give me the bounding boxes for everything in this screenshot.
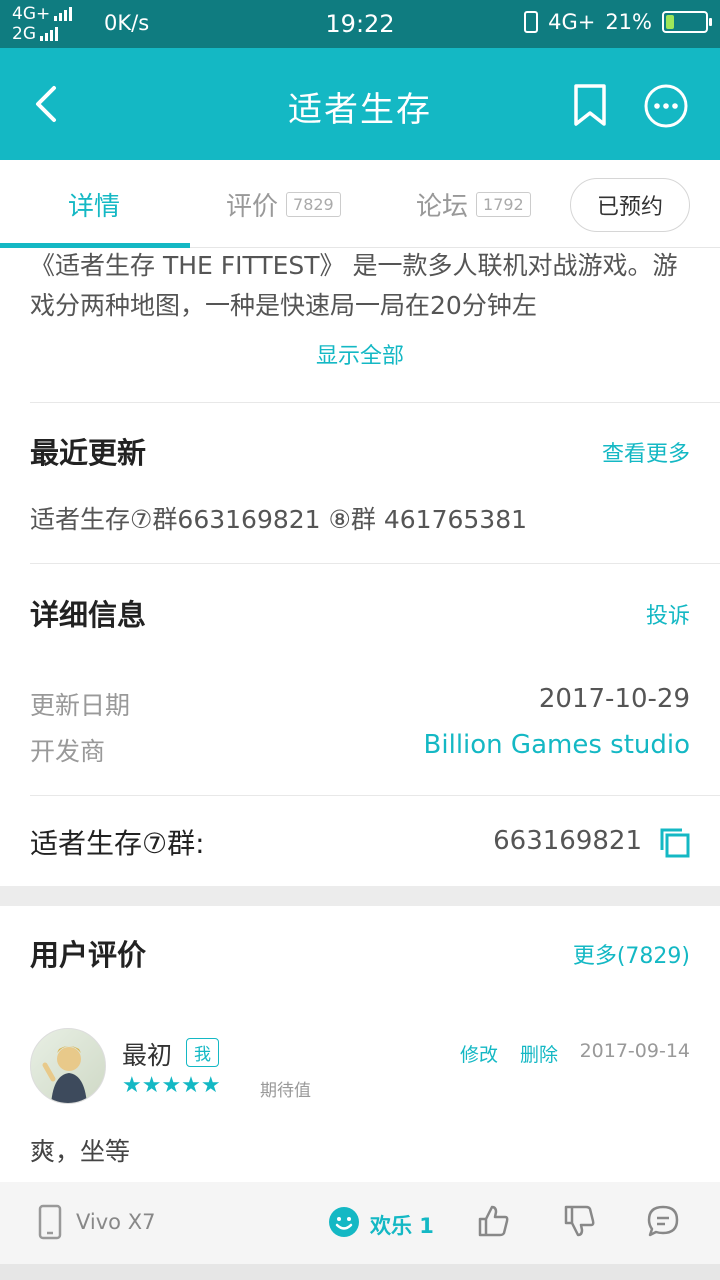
- me-badge: 我: [186, 1038, 219, 1067]
- avatar-figure-icon: [42, 1046, 87, 1103]
- rating-stars: ★★★★★: [122, 1074, 221, 1098]
- review-action-bar: Vivo X7 欢乐 1: [0, 1182, 720, 1264]
- battery-icon: [662, 11, 712, 33]
- mood-count[interactable]: 欢乐 1: [370, 1210, 434, 1240]
- tab-forum-count: 1792: [476, 192, 531, 217]
- tab-reviews-label: 评价: [226, 192, 279, 222]
- rating-label: 期待值: [260, 1081, 311, 1101]
- section-gap: [0, 886, 720, 906]
- details-title: 详细信息: [30, 598, 147, 632]
- star-icons: ★★★★★: [122, 1073, 221, 1098]
- update-date-value: 2017-10-29: [538, 684, 690, 714]
- tab-details[interactable]: 详情: [68, 186, 120, 223]
- reserved-button[interactable]: 已预约: [570, 178, 690, 232]
- tab-reviews-count: 7829: [286, 192, 341, 217]
- delete-review-link[interactable]: 删除: [520, 1040, 558, 1067]
- user-reviews-title: 用户评价: [30, 938, 147, 972]
- bottom-strip: [0, 1264, 720, 1280]
- bookmark-icon[interactable]: [568, 82, 612, 128]
- avatar[interactable]: [30, 1028, 106, 1104]
- thumbs-down-icon[interactable]: [562, 1204, 596, 1238]
- developer-link[interactable]: Billion Games studio: [424, 730, 690, 760]
- game-intro: 《适者生存 THE FITTEST》 是一款多人联机对战游戏。游戏分两种地图，一…: [30, 251, 678, 320]
- page-title: 适者生存: [288, 90, 432, 130]
- battery-percent: 21%: [605, 10, 652, 34]
- recent-update-content: 适者生存⑦群663169821 ⑧群 461765381: [30, 505, 528, 534]
- divider: [30, 563, 720, 564]
- tab-details-label: 详情: [68, 192, 121, 222]
- vibrate-icon: [524, 11, 539, 33]
- more-options-icon[interactable]: [642, 82, 690, 130]
- group-label: 适者生存⑦群:: [30, 827, 205, 860]
- developer-label: 开发商: [30, 737, 106, 766]
- smile-icon[interactable]: [328, 1206, 360, 1238]
- network-type-right: 4G+: [548, 10, 596, 34]
- recent-update-title: 最近更新: [30, 436, 147, 470]
- group-number: 663169821: [493, 826, 642, 856]
- divider: [30, 795, 720, 796]
- see-more-link[interactable]: 查看更多: [602, 436, 690, 468]
- update-date-label: 更新日期: [30, 691, 131, 720]
- copy-icon[interactable]: [658, 826, 692, 860]
- comment-icon[interactable]: [646, 1204, 680, 1238]
- edit-review-link[interactable]: 修改: [460, 1040, 498, 1067]
- device-name: Vivo X7: [76, 1210, 156, 1234]
- review-user-name: 最初: [122, 1041, 173, 1070]
- status-bar: 4G+ 2G 0K/s 19:22 4G+ 21%: [0, 0, 720, 48]
- phone-icon: [38, 1204, 62, 1240]
- show-all-link[interactable]: 显示全部: [0, 338, 720, 370]
- divider: [30, 402, 720, 403]
- status-right: 4G+ 21%: [524, 10, 712, 34]
- tab-forum[interactable]: 论坛 1792: [416, 186, 531, 223]
- app-bar: 适者生存: [0, 48, 720, 160]
- report-link[interactable]: 投诉: [646, 598, 690, 630]
- thumbs-up-icon[interactable]: [476, 1204, 510, 1238]
- review-text: 爽，坐等: [30, 1137, 131, 1166]
- tab-reviews[interactable]: 评价 7829: [226, 186, 341, 223]
- more-reviews-link[interactable]: 更多(7829): [573, 938, 690, 970]
- review-date: 2017-09-14: [579, 1040, 690, 1062]
- tab-forum-label: 论坛: [416, 192, 469, 222]
